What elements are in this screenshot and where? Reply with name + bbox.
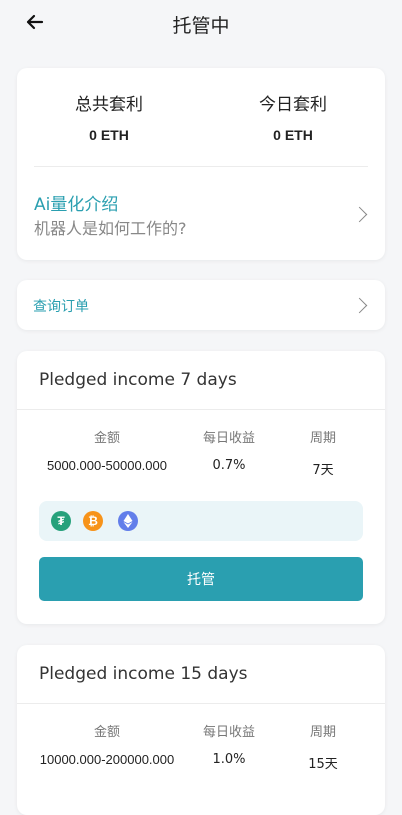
- daily-yield-header: 每日收益: [202, 725, 255, 740]
- bitcoin-icon: ₿: [83, 511, 103, 531]
- daily-yield-value: 1.0%: [212, 752, 246, 767]
- top-bar: 托管中: [0, 0, 402, 48]
- plan-card: Pledged income 7 days 金额 每日收益 周期 5000.00…: [17, 351, 385, 624]
- amount-header: 金额: [93, 725, 120, 740]
- custody-button[interactable]: 托管: [39, 557, 363, 601]
- query-orders-row[interactable]: 查询订单: [17, 280, 385, 330]
- amount-value: 5000.000-50000.000: [46, 458, 167, 473]
- chevron-right-icon: [351, 297, 368, 314]
- daily-yield-value: 0.7%: [212, 458, 246, 473]
- chevron-right-icon: [351, 206, 368, 223]
- plan-title: Pledged income 15 days: [39, 664, 248, 684]
- ai-intro-link[interactable]: Ai量化介绍 机器人是如何工作的?: [17, 167, 385, 260]
- ai-intro-title: Ai量化介绍: [34, 195, 119, 215]
- ai-intro-subtitle: 机器人是如何工作的?: [34, 219, 187, 238]
- total-arbitrage-value: 0 ETH: [89, 127, 129, 143]
- today-arbitrage: 今日套利 0 ETH: [201, 90, 385, 143]
- plan-title: Pledged income 7 days: [39, 370, 237, 390]
- today-arbitrage-value: 0 ETH: [273, 127, 313, 143]
- total-arbitrage-label: 总共套利: [75, 95, 143, 115]
- plan-divider: [17, 703, 385, 704]
- stats-card: 总共套利 0 ETH 今日套利 0 ETH Ai量化介绍 机器人是如何工作的?: [17, 68, 385, 260]
- tether-icon: ₮: [51, 511, 71, 531]
- plan-card: Pledged income 15 days 金额 每日收益 周期 10000.…: [17, 645, 385, 815]
- period-header: 周期: [309, 725, 336, 740]
- amount-header: 金额: [93, 431, 120, 446]
- page-title: 托管中: [172, 15, 230, 37]
- period-value: 7天: [312, 463, 334, 478]
- today-arbitrage-label: 今日套利: [259, 95, 327, 115]
- daily-yield-header: 每日收益: [202, 431, 255, 446]
- period-value: 15天: [308, 757, 338, 772]
- plan-divider: [17, 409, 385, 410]
- amount-value: 10000.000-200000.000: [39, 752, 175, 767]
- ethereum-icon: [118, 511, 138, 531]
- supported-coins: ₮ ₿: [39, 501, 363, 541]
- total-arbitrage: 总共套利 0 ETH: [17, 90, 201, 143]
- query-orders-label: 查询订单: [33, 299, 89, 315]
- period-header: 周期: [309, 431, 336, 446]
